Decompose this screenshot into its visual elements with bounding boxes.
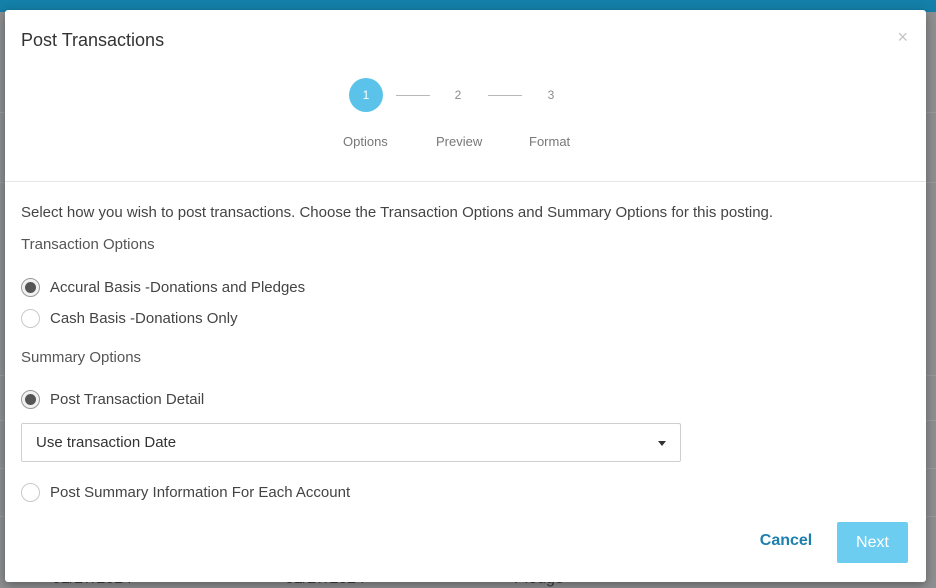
modal-title: Post Transactions [21, 30, 165, 50]
step-connector [396, 95, 430, 96]
summary-options-title: Summary Options [21, 349, 142, 366]
step-connector [488, 95, 522, 96]
radio-unchecked-icon[interactable] [21, 308, 40, 328]
radio-label: Post Summary Information For Each Accoun… [50, 483, 351, 501]
step-1-label: Options [343, 134, 388, 149]
post-transactions-modal: Post Transactions × 1 2 3 Options Previe… [5, 10, 926, 582]
radio-checked-icon[interactable] [21, 389, 40, 409]
caret-down-icon [658, 441, 666, 446]
step-1-indicator[interactable]: 1 [349, 78, 383, 112]
wizard-stepper: 1 2 3 Options Preview Format [5, 78, 926, 149]
step-2-indicator[interactable]: 2 [441, 78, 475, 112]
radio-label: Cash Basis -Donations Only [50, 309, 238, 327]
intro-text: Select how you wish to post transactions… [21, 204, 774, 221]
radio-unchecked-icon[interactable] [21, 482, 40, 502]
step-3-label: Format [529, 134, 571, 149]
cancel-button[interactable]: Cancel [751, 532, 821, 554]
header-divider [5, 181, 926, 182]
radio-label: Post Transaction Detail [50, 390, 205, 408]
close-icon[interactable]: × [897, 28, 908, 46]
accrual-basis-radio[interactable]: Accural Basis -Donations and Pledges [21, 276, 305, 298]
next-button[interactable]: Next [837, 522, 908, 563]
date-option-select[interactable]: Use transaction Date [21, 423, 681, 462]
radio-label: Accural Basis -Donations and Pledges [50, 278, 306, 296]
step-2-label: Preview [436, 134, 483, 149]
radio-checked-icon[interactable] [21, 277, 40, 297]
post-transaction-detail-radio[interactable]: Post Transaction Detail [21, 388, 204, 410]
step-3-indicator[interactable]: 3 [534, 78, 568, 112]
cash-basis-radio[interactable]: Cash Basis -Donations Only [21, 307, 238, 329]
post-summary-radio[interactable]: Post Summary Information For Each Accoun… [21, 481, 350, 503]
transaction-options-title: Transaction Options [21, 236, 155, 253]
select-value: Use transaction Date [36, 434, 177, 451]
